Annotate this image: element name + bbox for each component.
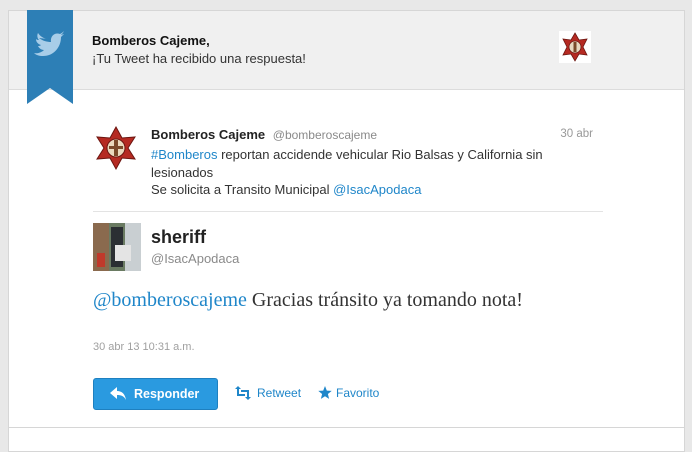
tweet-author-name[interactable]: Bomberos Cajeme: [151, 127, 265, 142]
tweet-text-line2: Se solicita a Transito Municipal: [151, 182, 334, 197]
tweet-author[interactable]: Bomberos Cajeme @bomberoscajeme: [151, 127, 377, 142]
notification-subtitle: ¡Tu Tweet ha recibido una respuesta!: [92, 51, 306, 66]
notification-card: Bomberos Cajeme, ¡Tu Tweet ha recibido u…: [8, 10, 685, 452]
firefighter-logo-icon[interactable]: [559, 31, 591, 63]
favorite-label: Favorito: [336, 386, 380, 400]
avatar[interactable]: [93, 223, 141, 271]
reply-button-label: Responder: [134, 387, 200, 401]
notification-header: Bomberos Cajeme, ¡Tu Tweet ha recibido u…: [9, 10, 684, 104]
reply-button[interactable]: Responder: [93, 378, 218, 410]
tweet-author-handle[interactable]: @bomberoscajeme: [273, 128, 377, 142]
reply-text: @bomberoscajeme Gracias tránsito ya toma…: [93, 287, 593, 314]
mention-link[interactable]: @IsacApodaca: [333, 182, 421, 197]
original-tweet: Bomberos Cajeme @bomberoscajeme 30 abr #…: [93, 123, 603, 212]
retweet-icon: [235, 386, 251, 400]
reply-mention-link[interactable]: @bomberoscajeme: [93, 289, 247, 311]
retweet-label: Retweet: [257, 386, 302, 400]
reply-arrow-icon: [110, 387, 126, 400]
tweet-time[interactable]: 30 abr: [560, 128, 593, 140]
reply-text-body: Gracias tránsito ya tomando nota!: [246, 289, 523, 311]
reply-author-name[interactable]: sheriff: [151, 227, 206, 248]
favorite-button[interactable]: Favorito: [318, 386, 379, 400]
avatar[interactable]: [93, 125, 139, 171]
hashtag-link[interactable]: #Bomberos: [151, 147, 217, 162]
reply-timestamp[interactable]: 30 abr 13 10:31 a.m.: [93, 341, 195, 353]
notification-title: Bomberos Cajeme,: [92, 33, 210, 48]
retweet-button[interactable]: Retweet: [233, 386, 301, 400]
divider: [9, 427, 684, 428]
reply-author-handle[interactable]: @IsacApodaca: [151, 251, 239, 266]
twitter-bird-icon: [27, 10, 73, 104]
tweet-text: #Bomberos reportan accidende vehicular R…: [151, 146, 591, 199]
star-icon: [318, 386, 332, 399]
